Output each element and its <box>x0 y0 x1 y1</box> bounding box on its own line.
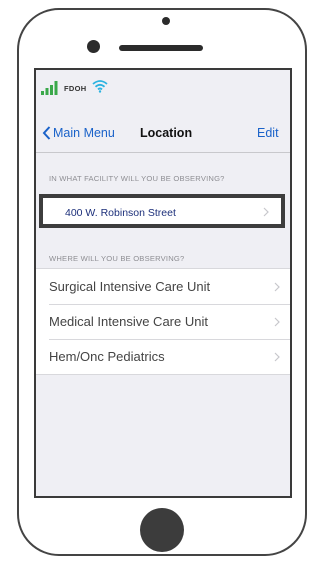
facility-row[interactable]: 400 W. Robinson Street <box>39 194 285 228</box>
back-button[interactable]: Main Menu <box>42 123 115 143</box>
chevron-right-icon <box>274 317 280 327</box>
earpiece-speaker <box>119 45 203 51</box>
navigation-bar: Main Menu Location Edit <box>36 114 290 153</box>
unit-list: Surgical Intensive Care Unit Medical Int… <box>36 268 290 375</box>
edit-button[interactable]: Edit <box>257 126 279 140</box>
unit-label: Hem/Onc Pediatrics <box>49 349 165 364</box>
front-camera <box>87 40 100 53</box>
facility-section-header: IN WHAT FACILITY WILL YOU BE OBSERVING? <box>49 174 225 183</box>
chevron-right-icon <box>274 282 280 292</box>
list-item[interactable]: Medical Intensive Care Unit <box>36 304 290 339</box>
wifi-icon <box>92 80 108 93</box>
home-button[interactable] <box>140 508 184 552</box>
camera-dot <box>162 17 170 25</box>
unit-label: Surgical Intensive Care Unit <box>49 279 211 294</box>
back-button-label: Main Menu <box>53 126 115 140</box>
status-bar: FDOH <box>36 70 290 106</box>
facility-name: 400 W. Robinson Street <box>65 207 176 219</box>
cellular-signal-icon <box>41 81 58 95</box>
chevron-right-icon <box>274 352 280 362</box>
chevron-right-icon <box>263 207 269 217</box>
list-item[interactable]: Surgical Intensive Care Unit <box>36 269 290 304</box>
list-item[interactable]: Hem/Onc Pediatrics <box>36 339 290 374</box>
unit-label: Medical Intensive Care Unit <box>49 314 208 329</box>
carrier-name: FDOH <box>64 84 87 93</box>
unit-section-header: WHERE WILL YOU BE OBSERVING? <box>49 254 185 263</box>
chevron-left-icon <box>42 126 51 140</box>
page-title: Location <box>140 126 193 140</box>
app-screen: FDOH Main Menu Location Edit IN WHAT FAC… <box>34 68 292 498</box>
